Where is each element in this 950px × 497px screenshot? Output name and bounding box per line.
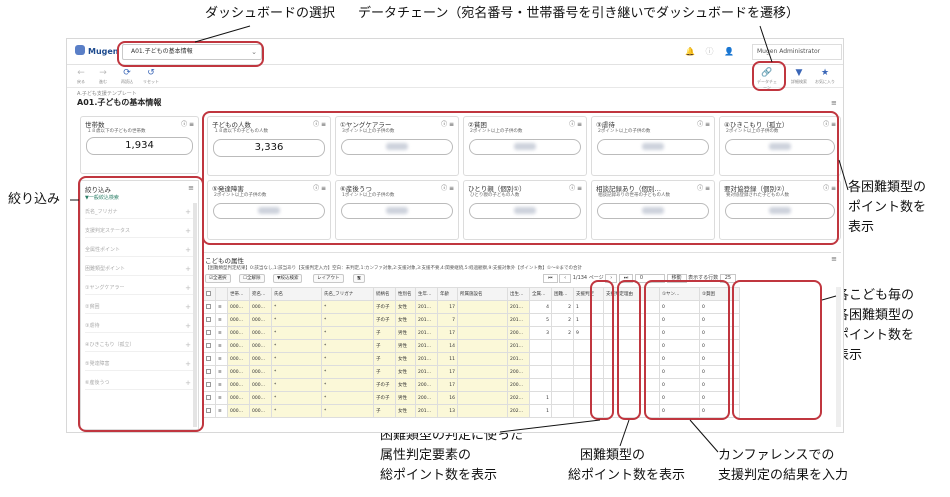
leader-line-cards xyxy=(838,159,849,191)
leader-line-attr-points xyxy=(499,419,601,433)
leader-line-conference xyxy=(689,419,719,453)
leader-line-chain xyxy=(759,25,773,63)
leader-line-type-points xyxy=(619,419,630,447)
leader-line-per-child xyxy=(821,295,837,301)
leader-line-dashboard xyxy=(194,25,251,43)
annotated-screenshot: ダッシュボードの選択 データチェーン（宛名番号・世帯番号を引き継いでダッシュボー… xyxy=(0,0,950,497)
leader-lines xyxy=(70,25,849,453)
